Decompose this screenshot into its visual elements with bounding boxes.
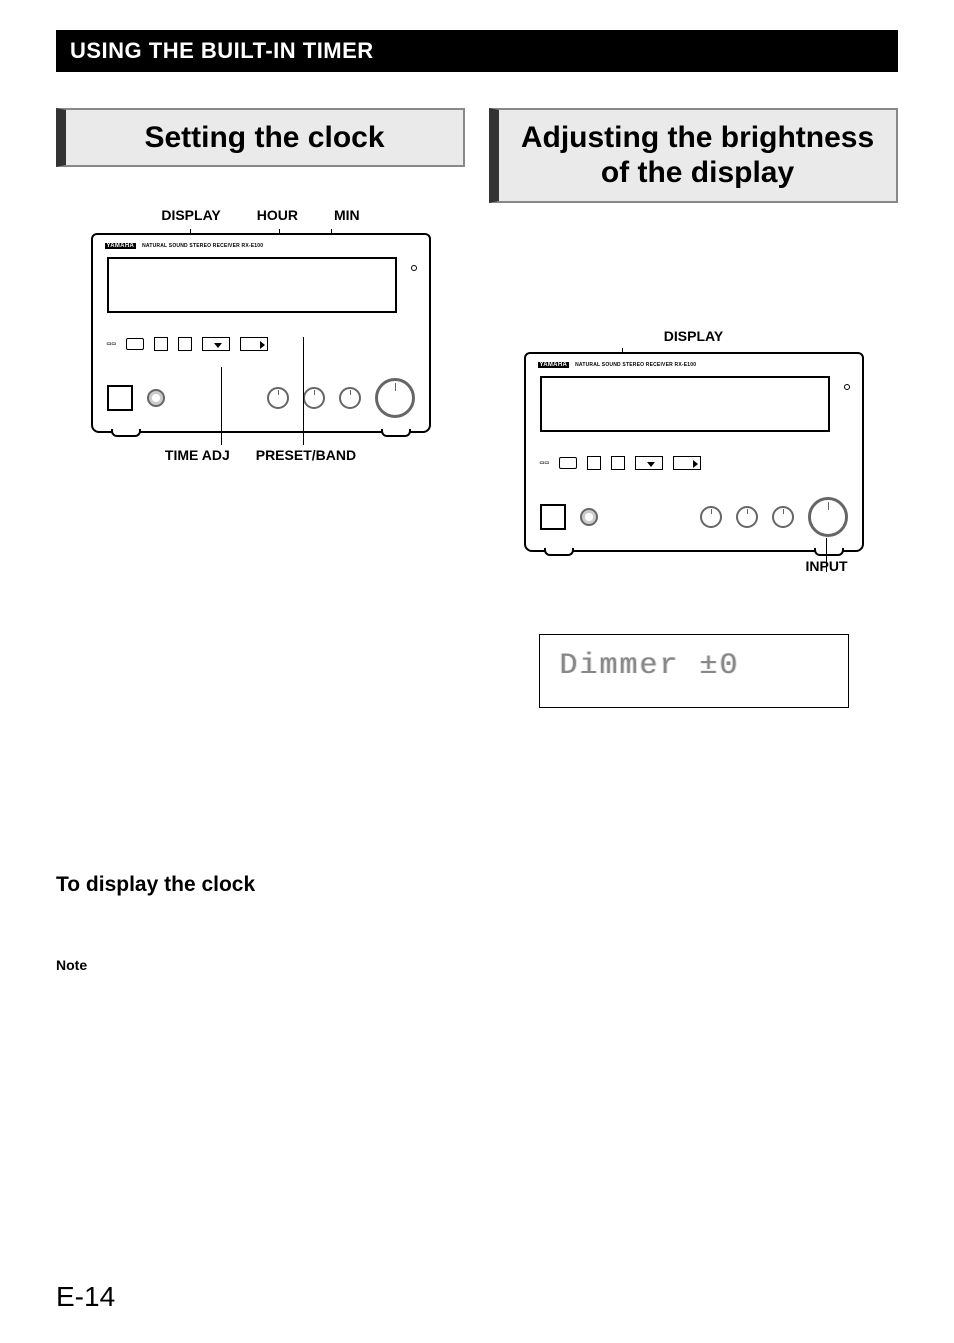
device-bottom-row (540, 502, 848, 532)
device-foot (111, 429, 141, 437)
down-arrow-icon (202, 337, 230, 351)
subheading-text: To display the clock (56, 873, 255, 896)
button-icon (178, 337, 192, 351)
leader-line (303, 337, 304, 445)
volume-knob-icon (375, 378, 415, 418)
label-time-adj: TIME ADJ (165, 447, 230, 463)
knob-icon (339, 387, 361, 409)
right-section-title: Adjusting the brightness of the display (521, 121, 874, 189)
brand-logo: YAMAHA (538, 362, 570, 368)
device-model-text: NATURAL SOUND STEREO RECEIVER RX-E100 (575, 362, 696, 368)
button-icon (611, 456, 625, 470)
page-number: E-14 (56, 1281, 115, 1313)
button-icon (154, 337, 168, 351)
device-foot (381, 429, 411, 437)
device-control-row: ▭▭ (540, 448, 848, 478)
power-button-icon (540, 504, 566, 530)
right-section-title-box: Adjusting the brightness of the display (489, 108, 898, 203)
knob-icon (736, 506, 758, 528)
leader-line (221, 367, 222, 445)
knob-icon (772, 506, 794, 528)
device-bottom-row (107, 383, 415, 413)
label-min: MIN (334, 207, 360, 223)
device-led (844, 384, 850, 390)
knob-icon (700, 506, 722, 528)
right-device-figure: YAMAHA NATURAL SOUND STEREO RECEIVER RX-… (504, 352, 884, 574)
page-number-text: E-14 (56, 1281, 115, 1312)
device-outline: YAMAHA NATURAL SOUND STEREO RECEIVER RX-… (91, 233, 431, 433)
note-text: Note (56, 957, 87, 973)
usb-label-icon: ▭▭ (107, 341, 117, 347)
right-arrow-icon (240, 337, 268, 351)
usb-label-icon: ▭▭ (540, 460, 550, 466)
label-display-right-text: DISPLAY (664, 328, 723, 344)
usb-icon (559, 457, 577, 469)
device-led (411, 265, 417, 271)
label-display-right: DISPLAY (489, 328, 898, 344)
label-display: DISPLAY (161, 207, 220, 223)
usb-icon (126, 338, 144, 350)
device-model-text: NATURAL SOUND STEREO RECEIVER RX-E100 (142, 243, 263, 249)
left-section-title-box: Setting the clock (56, 108, 465, 167)
down-arrow-icon (635, 456, 663, 470)
device-screen (540, 376, 830, 432)
lcd-display-box: Dimmer ±0 (539, 634, 849, 708)
section-header-text: USING THE BUILT-IN TIMER (70, 38, 374, 63)
leader-line (826, 538, 827, 572)
jack-icon (147, 389, 165, 407)
label-input: INPUT (806, 558, 848, 574)
volume-knob-icon (808, 497, 848, 537)
brand-logo: YAMAHA (105, 243, 137, 249)
device-control-row: ▭▭ (107, 329, 415, 359)
jack-icon (580, 508, 598, 526)
device-foot (544, 548, 574, 556)
left-section-title: Setting the clock (144, 121, 384, 154)
lcd-text: Dimmer ±0 (560, 649, 740, 683)
right-arrow-icon (673, 456, 701, 470)
device-brand-row: YAMAHA NATURAL SOUND STEREO RECEIVER RX-… (538, 362, 850, 368)
device-brand-row: YAMAHA NATURAL SOUND STEREO RECEIVER RX-… (105, 243, 417, 249)
device-outline: YAMAHA NATURAL SOUND STEREO RECEIVER RX-… (524, 352, 864, 552)
power-button-icon (107, 385, 133, 411)
label-preset-band: PRESET/BAND (256, 447, 356, 463)
knob-icon (303, 387, 325, 409)
device-screen (107, 257, 397, 313)
section-header-bar: USING THE BUILT-IN TIMER (56, 30, 898, 72)
label-hour: HOUR (257, 207, 298, 223)
button-icon (587, 456, 601, 470)
knob-icon (267, 387, 289, 409)
left-device-figure: DISPLAY HOUR MIN YAMAHA NATURAL SOUND ST… (71, 207, 451, 463)
device-foot (814, 548, 844, 556)
subheading-display-clock: To display the clock (56, 873, 465, 897)
note-label: Note (56, 957, 465, 973)
